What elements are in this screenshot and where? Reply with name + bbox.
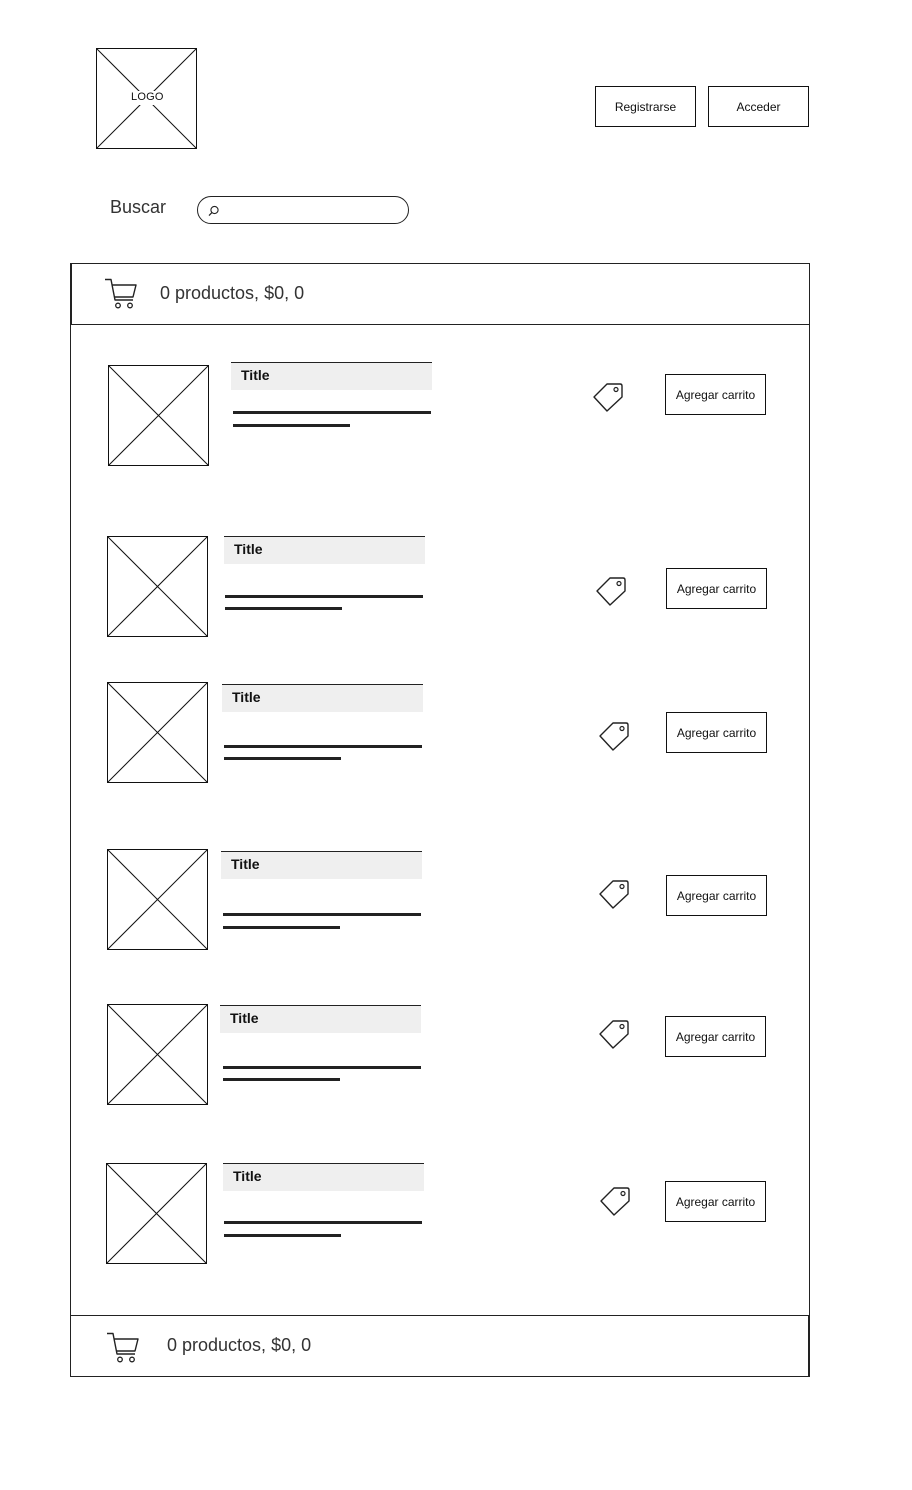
text-line [225,595,423,598]
text-line [223,1066,421,1069]
image-placeholder-icon [108,365,209,466]
cart-summary-bar-bottom[interactable]: 0 productos, $0, 0 [70,1315,809,1377]
cart-summary-text: 0 productos, $0, 0 [167,1335,312,1355]
price-tag-icon [600,1187,630,1216]
image-placeholder-icon [107,849,208,950]
price-tag-icon [599,1020,629,1049]
logo-text: LOGO [131,91,164,103]
login-button[interactable]: Acceder [708,86,809,127]
cart-summary-text: 0 productos, $0, 0 [160,283,305,303]
add-to-cart-button[interactable]: Agregar carrito [665,1181,766,1222]
text-line [233,424,350,427]
image-placeholder-icon [106,1163,207,1264]
product-title-text: Title [234,541,263,557]
add-to-cart-button[interactable]: Agregar carrito [666,875,767,916]
add-to-cart-button[interactable]: Agregar carrito [665,374,766,415]
price-tag-icon [593,383,623,412]
search-icon [208,205,219,217]
product-title-text: Title [231,856,260,872]
product-title-text: Title [233,1168,262,1184]
search-box[interactable] [197,196,409,224]
image-placeholder-icon [107,1004,208,1105]
add-to-cart-button[interactable]: Agregar carrito [666,568,767,609]
image-placeholder-icon [107,536,208,637]
product-title: Title [224,536,425,564]
text-line [224,745,422,748]
product-title: Title [231,362,432,390]
shopping-cart-icon [105,278,137,309]
register-button[interactable]: Registrarse [595,86,696,127]
price-tag-icon [599,722,629,751]
text-line [223,913,421,916]
product-title-text: Title [230,1010,259,1026]
price-tag-icon [596,577,626,606]
text-line [224,1234,341,1237]
shopping-cart-icon [107,1332,139,1363]
text-line [224,757,341,760]
image-placeholder-icon [107,682,208,783]
price-tag-icon [599,880,629,909]
text-line [225,607,342,610]
search-label: Buscar [110,197,167,217]
cart-summary-bar-top[interactable]: 0 productos, $0, 0 [71,263,810,325]
text-line [223,1078,340,1081]
product-title: Title [223,1163,424,1191]
product-title: Title [221,851,422,879]
product-title: Title [222,684,423,712]
text-line [224,1221,422,1224]
product-title: Title [220,1005,421,1033]
text-line [233,411,431,414]
search-input[interactable] [224,200,404,220]
add-to-cart-button[interactable]: Agregar carrito [666,712,767,753]
product-title-text: Title [241,367,270,383]
add-to-cart-button[interactable]: Agregar carrito [665,1016,766,1057]
product-title-text: Title [232,689,261,705]
text-line [223,926,340,929]
